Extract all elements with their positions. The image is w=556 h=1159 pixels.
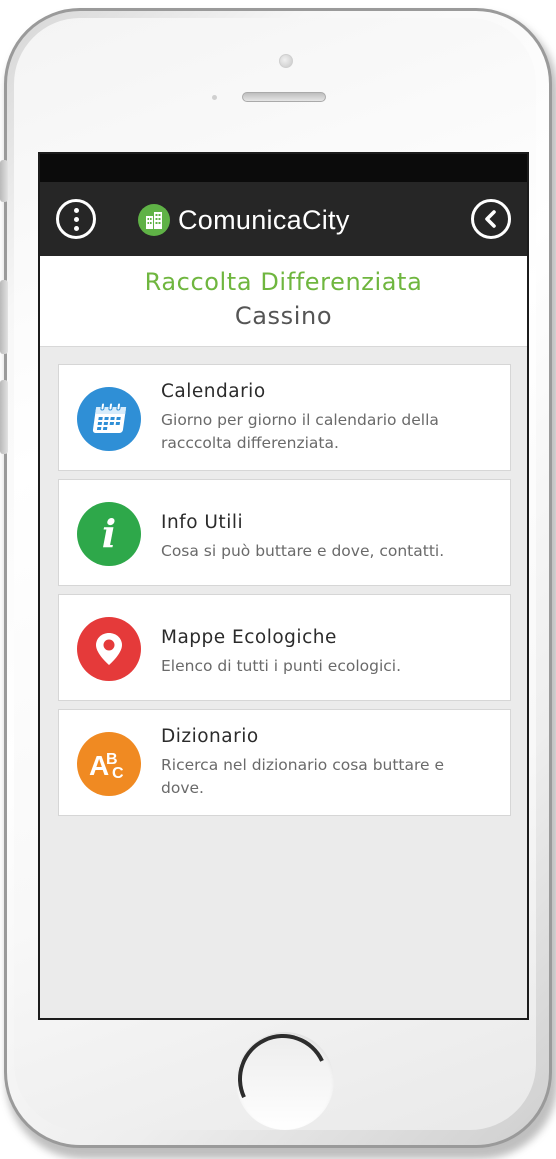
brand-name: ComunicaCity [178,204,350,235]
menu-item-dizionario[interactable]: A B C Dizionario Ricerca nel dizionario … [58,709,511,816]
front-camera [279,54,293,68]
volume-down-button [0,380,8,454]
info-icon: i [77,502,141,566]
map-pin-icon [77,617,141,681]
city-buildings-icon [138,204,170,236]
overflow-menu-button[interactable] [56,199,96,239]
menu-item-description: Giorno per giorno il calendario della ra… [161,411,439,452]
earpiece-speaker [242,92,326,102]
page-title: Raccolta Differenziata [144,268,423,296]
back-button[interactable] [471,199,511,239]
menu-item-info-utili[interactable]: i Info Utili Cosa si può buttare e dove,… [58,479,511,586]
menu-list: Calendario Giorno per giorno il calendar… [58,364,511,824]
app-logo: ComunicaCity [138,200,350,240]
menu-item-label: Mappe Ecologiche [161,627,337,648]
vertical-dots-icon [73,206,79,233]
menu-item-label: Info Utili [161,512,244,533]
volume-up-button [0,280,8,354]
app-bar: ComunicaCity [40,182,527,256]
proximity-sensor [212,95,217,100]
status-bar [40,154,527,182]
menu-item-description: Ricerca nel dizionario cosa buttare e do… [161,756,445,797]
abc-icon: A B C [77,732,141,796]
page-header: Raccolta Differenziata Cassino [40,256,527,347]
menu-item-label: Dizionario [161,726,259,747]
app-screen: ComunicaCity Raccolta Differenziata Cass… [38,152,529,1020]
menu-item-mappe-ecologiche[interactable]: Mappe Ecologiche Elenco di tutti i punti… [58,594,511,701]
svg-text:C: C [112,765,124,781]
menu-item-description: Cosa si può buttare e dove, contatti. [161,542,445,560]
chevron-left-icon [485,210,496,228]
menu-item-description: Elenco di tutti i punti ecologici. [161,657,402,675]
city-name: Cassino [234,302,333,330]
menu-item-label: Calendario [161,381,266,402]
mute-switch [0,160,8,202]
calendar-icon [77,387,141,451]
menu-item-calendario[interactable]: Calendario Giorno per giorno il calendar… [58,364,511,471]
